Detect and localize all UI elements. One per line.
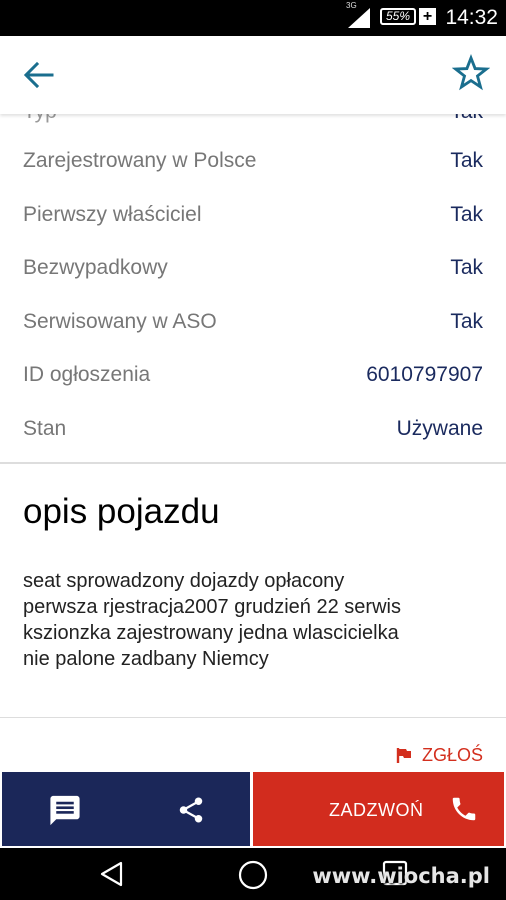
detail-label: Bezwypadkowy xyxy=(23,256,168,279)
detail-label: Zarejestrowany w Polsce xyxy=(23,149,257,172)
description-line: nie palone zadbany Niemcy xyxy=(23,648,269,670)
share-icon[interactable] xyxy=(176,794,206,826)
watermark: www.wiocha.pl xyxy=(312,864,490,888)
status-bar: 3G 55% + 14:32 xyxy=(0,0,506,36)
call-button[interactable]: ZADZWOŃ xyxy=(253,772,504,846)
section-divider xyxy=(0,462,506,464)
partial-label: Typ xyxy=(23,114,57,124)
detail-value: Tak xyxy=(450,310,483,333)
description-heading: opis pojazdu xyxy=(23,492,220,531)
app-bar xyxy=(0,36,506,114)
nav-home-icon[interactable] xyxy=(237,859,269,891)
detail-row-accident-free: Bezwypadkowy Tak xyxy=(0,248,506,288)
report-button[interactable]: ZGŁOŚ xyxy=(396,745,483,766)
battery-indicator: 55% xyxy=(380,8,416,25)
description-line: seat sprowadzony dojazdy opłacony xyxy=(23,570,345,592)
detail-row-first-owner: Pierwszy właściciel Tak xyxy=(0,195,506,235)
detail-value: 6010797907 xyxy=(366,363,483,386)
partial-row: Typ Tak xyxy=(0,114,506,124)
detail-label: Serwisowany w ASO xyxy=(23,310,217,333)
nav-back-icon[interactable] xyxy=(99,861,125,887)
call-label: ZADZWOŃ xyxy=(329,800,424,820)
flag-icon xyxy=(396,748,411,763)
detail-value: Tak xyxy=(450,149,483,172)
back-arrow-icon[interactable] xyxy=(22,60,54,90)
detail-row-condition: Stan Używane xyxy=(0,409,506,449)
detail-value: Używane xyxy=(396,417,483,440)
section-divider xyxy=(0,717,506,718)
detail-label: Stan xyxy=(23,417,67,440)
detail-row-serviced-aso: Serwisowany w ASO Tak xyxy=(0,302,506,342)
detail-value: Tak xyxy=(450,203,483,226)
partial-value: Tak xyxy=(450,114,483,124)
clock: 14:32 xyxy=(445,6,498,29)
detail-label: ID ogłoszenia xyxy=(23,363,151,386)
description-line: kszionzka zajestrowany jedna wlascicielk… xyxy=(23,622,399,644)
charging-icon: + xyxy=(419,8,436,25)
detail-value: Tak xyxy=(450,256,483,279)
favorite-star-icon[interactable] xyxy=(452,54,490,92)
description-text: seat sprowadzony dojazdy opłacony perwsz… xyxy=(23,568,493,672)
signal-icon xyxy=(348,8,370,28)
bottom-action-bar: ZADZWOŃ xyxy=(0,770,506,848)
detail-row-registered-poland: Zarejestrowany w Polsce Tak xyxy=(0,141,506,181)
report-label: ZGŁOŚ xyxy=(421,745,483,765)
detail-row-listing-id: ID ogłoszenia 6010797907 xyxy=(0,355,506,395)
description-line: perwsza rjestracja2007 grudzień 22 serwi… xyxy=(23,596,401,618)
battery-percent: 55% xyxy=(385,9,411,23)
contact-actions xyxy=(2,772,250,846)
detail-label: Pierwszy właściciel xyxy=(23,203,202,226)
phone-icon xyxy=(452,797,476,821)
message-icon[interactable] xyxy=(47,793,83,828)
